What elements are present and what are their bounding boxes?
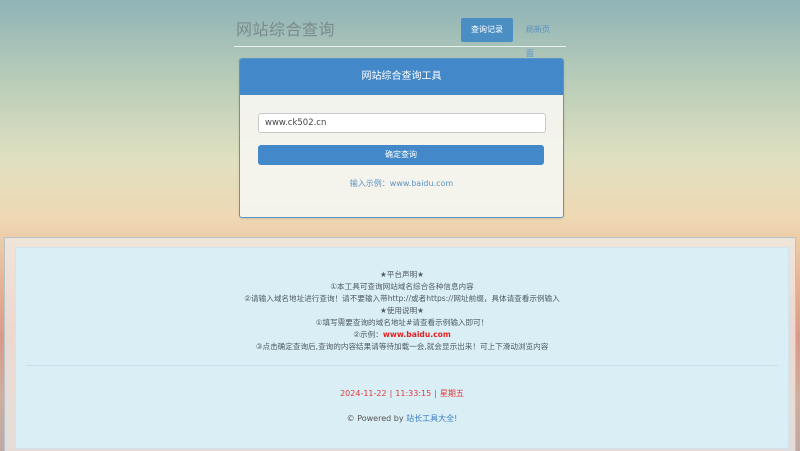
divider — [26, 365, 778, 366]
notice-line: ②请输入域名地址进行查询！请不要输入带http://或者https://网址前缀… — [244, 294, 560, 303]
site-header: 网站综合查询 查询记录 刷新页面 — [234, 14, 566, 58]
separator: | — [434, 389, 437, 398]
powered-link[interactable]: 站长工具大全! — [406, 414, 457, 423]
submit-button[interactable]: 确定查询 — [258, 145, 544, 165]
notice-line: ③点击确定查询后,查询的内容结果请等待加载一会,就会显示出来！可上下滑动浏览内容 — [255, 342, 549, 351]
current-weekday: 星期五 — [439, 389, 464, 398]
notice-example-prefix: ②示例： — [353, 330, 383, 339]
separator: | — [389, 389, 393, 398]
notice-text: ★平台声明★ ①本工具可查询网站域名综合各种信息内容 ②请输入域名地址进行查询！… — [16, 269, 788, 353]
notice-example-line: ②示例：www.baidu.com — [16, 329, 788, 341]
history-button[interactable]: 查询记录 — [461, 18, 513, 42]
notice-line: ★使用说明★ — [380, 306, 424, 315]
panel-title: 网站综合查询工具 — [240, 59, 563, 95]
powered-by: © Powered by 站长工具大全! — [16, 413, 788, 424]
notice-line: ★平台声明★ — [380, 270, 424, 279]
refresh-link[interactable]: 刷新页面 — [516, 18, 566, 58]
site-title: 网站综合查询 — [236, 20, 336, 39]
datetime-display: 2024-11-22 | 11:33:15 | 星期五 — [16, 388, 788, 399]
domain-input[interactable]: www.ck502.cn — [258, 113, 546, 133]
query-panel: 网站综合查询工具 www.ck502.cn 确定查询 输入示例：www.baid… — [239, 58, 564, 218]
notice-box: ★平台声明★ ①本工具可查询网站域名综合各种信息内容 ②请输入域名地址进行查询！… — [15, 247, 789, 449]
current-time: 11:33:15 — [395, 389, 432, 398]
notice-example-domain: www.baidu.com — [382, 330, 451, 339]
current-date: 2024-11-22 — [340, 389, 387, 398]
example-hint: 输入示例：www.baidu.com — [349, 179, 454, 188]
notice-line: ①填写需要查询的域名地址#请查看示例输入即可！ — [315, 318, 489, 327]
notice-line: ①本工具可查询网站域名综合各种信息内容 — [330, 282, 474, 291]
footer-section: ★平台声明★ ①本工具可查询网站域名综合各种信息内容 ②请输入域名地址进行查询！… — [4, 237, 796, 451]
powered-prefix: © Powered by — [346, 414, 407, 423]
